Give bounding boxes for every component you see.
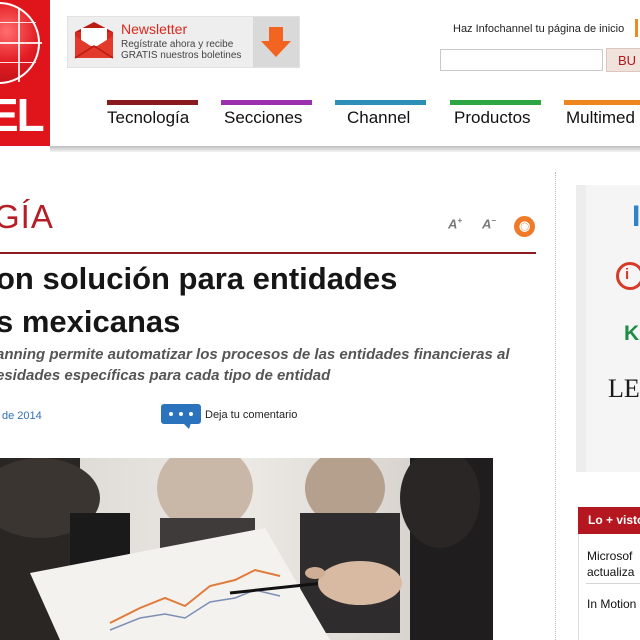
sponsor-logo[interactable]: I	[632, 200, 640, 234]
homepage-link[interactable]: Haz Infochannel tu página de inicio	[453, 23, 624, 35]
summary-line: esidades específicas para cada tipo de e…	[0, 367, 331, 384]
separator	[635, 19, 638, 37]
nav-bar	[335, 100, 426, 105]
newsletter-arrow-button[interactable]	[253, 17, 299, 67]
nav-label: Channel	[347, 108, 411, 127]
article-tools: A+ A− ◉	[448, 216, 538, 238]
newsletter-banner[interactable]: Newsletter Regístrate ahora y recibe GRA…	[67, 16, 300, 68]
section-title: GÍA	[0, 198, 54, 235]
nav-bar	[221, 100, 312, 105]
most-read-item[interactable]: Microsof	[587, 549, 632, 563]
rss-icon[interactable]: ◉	[514, 216, 535, 237]
envelope-icon	[74, 22, 114, 59]
nav-label: Tecnología	[107, 108, 190, 127]
globe-icon	[0, 2, 42, 84]
column-divider	[555, 172, 556, 640]
most-read-header: Lo + visto	[578, 507, 640, 534]
site-logo[interactable]: EL	[0, 0, 50, 146]
main-nav: Tecnología Secciones Channel Productos M…	[100, 100, 640, 134]
list-divider	[586, 583, 640, 584]
site-header: EL Newsletter Regístrate ahora y recibe …	[0, 0, 640, 150]
sponsor-logo[interactable]: KA	[624, 322, 640, 346]
nav-bar	[564, 100, 640, 105]
most-read-item[interactable]: actualiza	[587, 565, 634, 579]
most-read-item[interactable]: In Motion	[587, 597, 636, 611]
comment-link[interactable]: Deja tu comentario	[205, 409, 297, 421]
arrow-down-icon	[261, 27, 291, 57]
font-increase-icon[interactable]: A+	[448, 216, 462, 231]
article-date: de 2014	[2, 410, 42, 422]
logo-text: EL	[0, 89, 45, 141]
header-shadow	[50, 146, 640, 152]
nav-label: Multimed	[566, 108, 635, 127]
article-headline: on solución para entidades s mexicanas	[0, 257, 556, 343]
sponsor-logo-info-icon[interactable]: i	[616, 262, 640, 290]
nav-label: Secciones	[224, 108, 303, 127]
sponsor-logo[interactable]: LEX	[608, 374, 640, 404]
newsletter-text: Regístrate ahora y recibe GRATIS nuestro…	[121, 39, 242, 61]
title-divider	[0, 252, 536, 254]
headline-line: s mexicanas	[0, 304, 181, 339]
newsletter-title: Newsletter	[121, 21, 188, 37]
summary-line: anning permite automatizar los procesos …	[0, 346, 510, 363]
nav-label: Productos	[454, 108, 531, 127]
nav-bar	[107, 100, 198, 105]
search-button[interactable]: BU	[606, 48, 640, 72]
comment-bubble-icon[interactable]	[161, 404, 201, 429]
business-chart-photo	[0, 458, 493, 640]
article-summary: anning permite automatizar los procesos …	[0, 344, 556, 386]
most-read-title: Lo + visto	[588, 513, 640, 527]
headline-line: on solución para entidades	[0, 261, 398, 296]
search-input[interactable]	[440, 49, 603, 71]
nav-bar	[450, 100, 541, 105]
article-photo	[0, 458, 493, 640]
font-decrease-icon[interactable]: A−	[482, 216, 496, 231]
